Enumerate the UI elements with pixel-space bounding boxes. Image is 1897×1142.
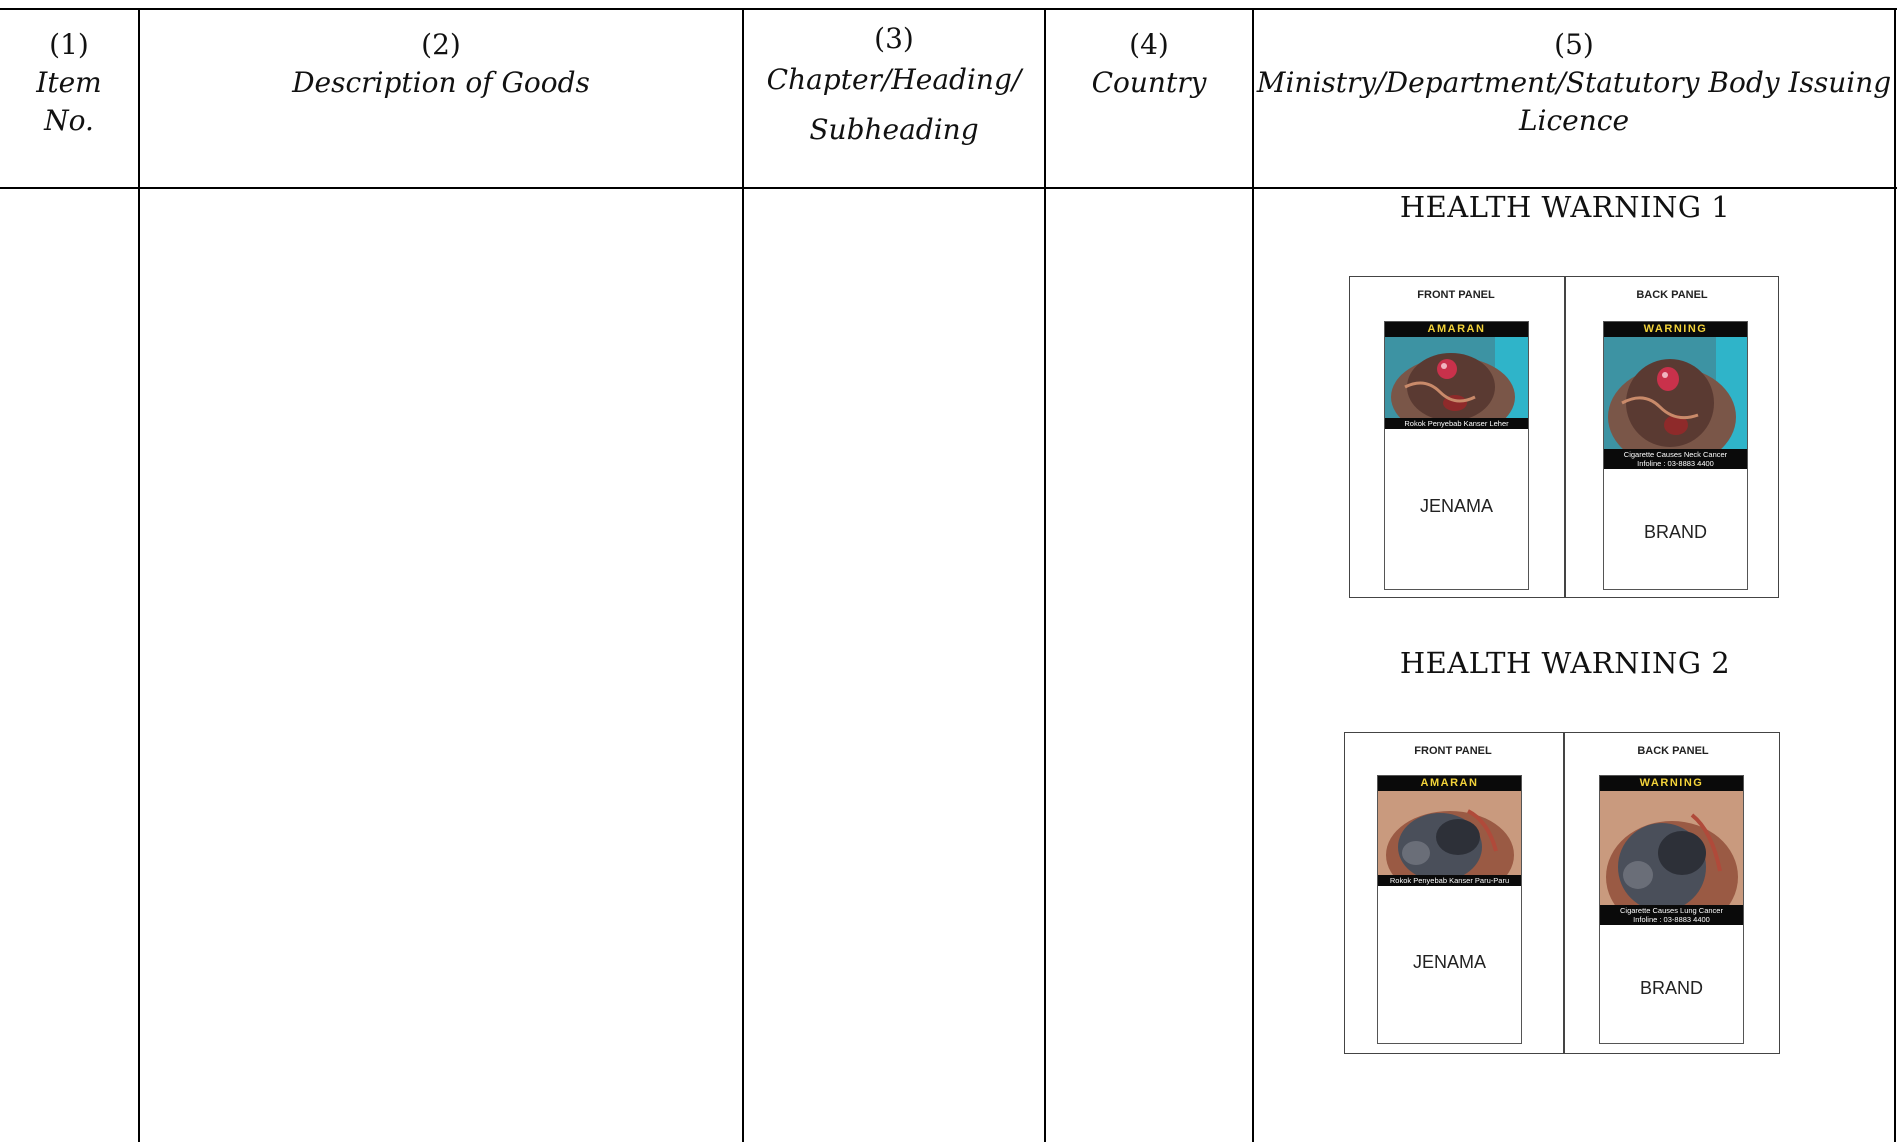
- back-warning-caption: Cigarette Causes Neck Cancer Infoline : …: [1604, 449, 1747, 469]
- front-pack-mockup: AMARAN Rokok Penyebab Kanser Paru-Paru J…: [1377, 775, 1522, 1044]
- brand-placeholder-english: BRAND: [1639, 978, 1703, 998]
- back-caption-line2: Infoline : 03-8883 4400: [1633, 915, 1710, 924]
- header-item-no: (1) Item No.: [0, 26, 138, 140]
- health-warning-2-title: HEALTH WARNING 2: [1399, 646, 1731, 680]
- back-caption-line1: Cigarette Causes Lung Cancer: [1620, 906, 1723, 915]
- back-caption-line1: Cigarette Causes Neck Cancer: [1623, 450, 1728, 459]
- front-warning-caption: Rokok Penyebab Kanser Leher: [1385, 418, 1528, 429]
- health-warning-1-title: HEALTH WARNING 1: [1399, 190, 1731, 224]
- table-right-border: [1894, 8, 1896, 1142]
- front-panel-label: FRONT PANEL: [1417, 289, 1495, 301]
- amaran-band: AMARAN: [1385, 322, 1528, 337]
- header-number: (4): [1129, 28, 1169, 61]
- header-label: Description of Goods: [292, 66, 590, 99]
- header-label: Chapter/Heading/: [766, 63, 1022, 96]
- back-warning-caption: Cigarette Causes Lung Cancer Infoline : …: [1600, 905, 1743, 925]
- document-page: (1) Item No. (2) Description of Goods (3…: [0, 0, 1897, 1142]
- header-ministry: (5) Ministry/Department/Statutory Body I…: [1254, 26, 1894, 140]
- header-label: Country: [1091, 66, 1207, 99]
- header-description: (2) Description of Goods: [140, 26, 742, 102]
- header-number: (5): [1554, 28, 1594, 61]
- warning-band: WARNING: [1604, 322, 1747, 337]
- header-number: (2): [421, 28, 461, 61]
- column-divider-3: [1044, 8, 1046, 1142]
- back-pack-mockup: WARNING Cigarette Causes Lung Cancer Inf…: [1599, 775, 1744, 1044]
- column-divider-1: [138, 8, 140, 1142]
- lung-cancer-photo: [1600, 791, 1743, 933]
- header-chapter-heading: (3) Chapter/Heading/ Subheading: [744, 20, 1044, 158]
- lung-cancer-photo: [1378, 791, 1521, 899]
- header-label: Item: [36, 66, 102, 99]
- neck-cancer-photo: [1604, 337, 1747, 467]
- header-label-continued: Licence: [1518, 104, 1630, 137]
- column-divider-2: [742, 8, 744, 1142]
- back-pack-mockup: WARNING Cigarette Causes Neck Cancer Inf…: [1603, 321, 1748, 590]
- warning-band: WARNING: [1600, 776, 1743, 791]
- back-panel-label: BACK PANEL: [1636, 289, 1708, 301]
- brand-placeholder-malay: JENAMA: [1412, 952, 1486, 972]
- back-panel-label: BACK PANEL: [1637, 745, 1709, 757]
- header-label-continued: Subheading: [809, 113, 979, 146]
- health-warning-1-panels: FRONT PANEL BACK PANEL AMARAN Rokok Peny…: [1349, 276, 1779, 598]
- back-caption-line2: Infoline : 03-8883 4400: [1637, 459, 1714, 468]
- header-number: (1): [49, 28, 89, 61]
- health-warning-2-panels: FRONT PANEL BACK PANEL AMARAN Rokok Peny…: [1344, 732, 1780, 1054]
- panel-divider: [1563, 733, 1565, 1053]
- header-label: Ministry/Department/Statutory Body Issui…: [1256, 66, 1892, 99]
- neck-cancer-photo: [1385, 337, 1528, 437]
- brand-placeholder-malay: JENAMA: [1419, 496, 1493, 516]
- panel-divider: [1564, 277, 1566, 597]
- front-pack-mockup: AMARAN Rokok Penyebab Kanser Leher JENAM…: [1384, 321, 1529, 590]
- front-warning-caption: Rokok Penyebab Kanser Paru-Paru: [1378, 875, 1521, 886]
- table-top-border: [0, 8, 1897, 10]
- column-divider-4: [1252, 8, 1254, 1142]
- header-number: (3): [874, 22, 914, 55]
- front-panel-label: FRONT PANEL: [1414, 745, 1492, 757]
- amaran-band: AMARAN: [1378, 776, 1521, 791]
- header-row-divider: [0, 187, 1897, 189]
- brand-placeholder-english: BRAND: [1643, 522, 1707, 542]
- header-label-continued: No.: [44, 104, 94, 137]
- header-country: (4) Country: [1046, 26, 1252, 102]
